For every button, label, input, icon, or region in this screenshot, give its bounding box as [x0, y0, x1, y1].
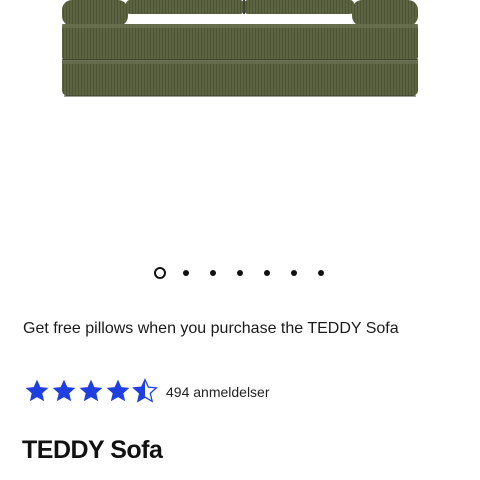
star-full-icon	[106, 379, 130, 402]
product-title: TEDDY Sofa	[22, 436, 163, 464]
carousel-dot[interactable]	[318, 270, 324, 276]
star-full-icon	[79, 379, 103, 402]
carousel-dot-active[interactable]	[154, 267, 166, 279]
carousel-dot[interactable]	[291, 270, 297, 276]
star-full-icon	[25, 379, 49, 402]
star-half-icon	[132, 378, 158, 403]
star-full-icon	[52, 379, 76, 402]
review-count[interactable]: 494 anmeldelser	[166, 384, 270, 400]
carousel-dot[interactable]	[183, 270, 189, 276]
rating-row[interactable]: 494 anmeldelser	[24, 378, 324, 408]
promo-text: Get free pillows when you purchase the T…	[23, 320, 399, 337]
carousel-dot[interactable]	[210, 270, 216, 276]
carousel-dot[interactable]	[237, 270, 243, 276]
carousel-dots	[0, 266, 480, 280]
carousel-dot[interactable]	[264, 270, 270, 276]
product-image[interactable]	[0, 0, 480, 250]
